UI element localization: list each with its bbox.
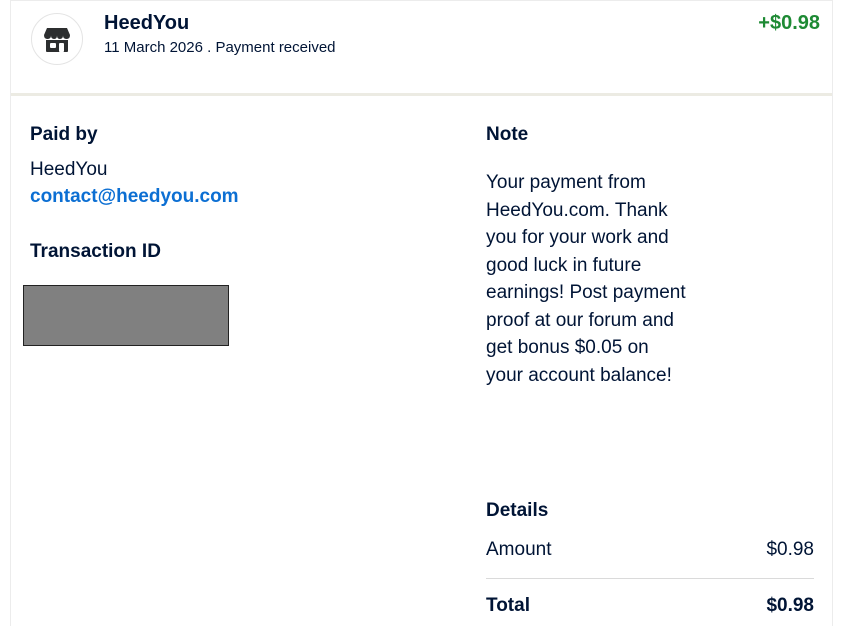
detail-value: $0.98 [766,539,814,560]
details-divider [486,578,814,579]
transaction-date-status: 11 March 2026 . Payment received [104,39,336,56]
total-label: Total [486,595,530,616]
payer-name: HeedYou [30,159,108,180]
note-heading: Note [486,124,529,145]
total-value: $0.98 [766,595,814,616]
detail-label: Amount [486,539,552,560]
merchant-name: HeedYou [104,12,190,34]
note-text: Your payment from HeedYou.com. Thank you… [486,172,686,386]
transaction-amount: +$0.98 [758,12,820,34]
transaction-id-redacted [23,285,229,346]
detail-row-total: Total $0.98 [486,595,814,617]
paid-by-heading: Paid by [30,124,98,145]
merchant-avatar [31,13,83,65]
payer-email-link[interactable]: contact@heedyou.com [30,186,239,208]
store-icon [44,28,70,52]
details-heading: Details [486,500,549,521]
transaction-id-heading: Transaction ID [30,241,161,262]
transaction-header: HeedYou 11 March 2026 . Payment received… [11,1,832,96]
detail-row-amount: Amount $0.98 [486,539,814,561]
